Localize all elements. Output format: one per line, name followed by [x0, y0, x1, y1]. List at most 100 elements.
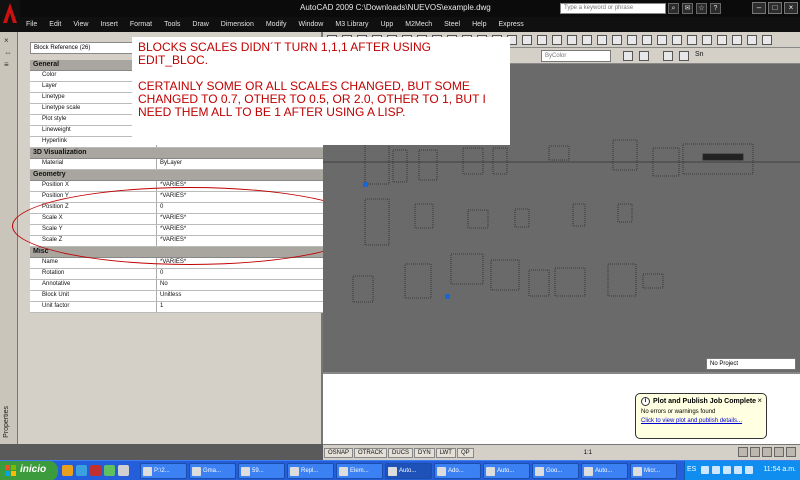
menu-item-insert[interactable]: Insert [94, 21, 124, 28]
taskbar-button[interactable]: Ado... [434, 463, 481, 479]
close-button[interactable]: × [784, 2, 798, 14]
menu-item-edit[interactable]: Edit [43, 21, 67, 28]
selection-dropdown[interactable]: Block Reference (26) [30, 42, 136, 54]
taskbar-button[interactable]: Gma... [189, 463, 236, 479]
taskbar-button[interactable]: Elem... [336, 463, 383, 479]
status-toggle-lwt[interactable]: LWT [435, 447, 456, 458]
taskbar-button[interactable]: Auto... [581, 463, 628, 479]
palette-titlebar[interactable]: × ⇔ ≡ Properties [0, 32, 18, 444]
taskbar-button[interactable]: Auto... [483, 463, 530, 479]
menu-item-draw[interactable]: Draw [186, 21, 214, 28]
annotation-visibility-icon[interactable] [738, 447, 748, 457]
plot-status-icon[interactable] [774, 447, 784, 457]
menu-item-window[interactable]: Window [292, 21, 329, 28]
property-row[interactable]: Rotation 0 [30, 269, 323, 280]
close-icon[interactable]: × [757, 396, 762, 405]
taskbar-button[interactable]: Auto... [385, 463, 432, 479]
tray-icon[interactable] [745, 466, 753, 474]
communication-icon[interactable]: ✉ [682, 3, 693, 14]
menu-item-upp[interactable]: Upp [374, 21, 399, 28]
minimize-button[interactable]: – [752, 2, 766, 14]
quick-launch-icon[interactable] [104, 465, 115, 476]
toolbar-tool-icon[interactable] [732, 35, 742, 45]
language-indicator[interactable]: ES [687, 466, 696, 473]
quick-launch-icon[interactable] [76, 465, 87, 476]
close-icon[interactable]: × [4, 36, 13, 45]
category-3d-visualization[interactable]: 3D Visualization [30, 148, 323, 159]
grid-icon[interactable] [639, 51, 649, 61]
taskbar-button[interactable]: Goo... [532, 463, 579, 479]
property-value[interactable]: 0 [157, 269, 323, 279]
menu-item-express[interactable]: Express [493, 21, 530, 28]
tray-icon[interactable] [734, 466, 742, 474]
property-value[interactable]: 1 [157, 302, 323, 312]
taskbar-button[interactable]: Repl... [287, 463, 334, 479]
property-value[interactable]: Unitless [157, 291, 323, 301]
property-value[interactable]: No [157, 280, 323, 290]
menu-item-format[interactable]: Format [124, 21, 158, 28]
toolbar-tool-icon[interactable] [717, 35, 727, 45]
maximize-button[interactable]: □ [768, 2, 782, 14]
snap-icon[interactable] [623, 51, 633, 61]
clean-screen-icon[interactable] [786, 447, 796, 457]
toolbar-tool-icon[interactable] [612, 35, 622, 45]
status-toggle-dyn[interactable]: DYN [414, 447, 435, 458]
taskbar-button[interactable]: P:\2... [140, 463, 187, 479]
taskbar-button[interactable]: Micr... [630, 463, 677, 479]
start-button[interactable]: inicio [0, 461, 58, 480]
menu-item-steel[interactable]: Steel [438, 21, 466, 28]
menu-item-tools[interactable]: Tools [158, 21, 186, 28]
property-row[interactable]: Material ByLayer [30, 159, 323, 170]
color-dropdown[interactable]: ByColor [541, 50, 611, 62]
plot-publish-notification[interactable]: i Plot and Publish Job Complete × No erro… [635, 393, 767, 439]
quick-launch-icon[interactable] [62, 465, 73, 476]
property-value[interactable]: ByLayer [157, 159, 323, 169]
notification-link[interactable]: Click to view plot and publish details..… [641, 418, 761, 424]
autocad-logo[interactable] [0, 0, 20, 32]
toolbar-tool-icon[interactable] [687, 35, 697, 45]
status-toggle-osnap[interactable]: OSNAP [324, 447, 354, 458]
autohide-icon[interactable]: ⇔ [4, 48, 13, 57]
help-icon[interactable]: ? [710, 3, 721, 14]
search-icon[interactable]: ⌕ [668, 3, 679, 14]
palette-properties-icon[interactable]: ≡ [4, 60, 13, 69]
menu-item-file[interactable]: File [20, 21, 43, 28]
menu-item-view[interactable]: View [67, 21, 94, 28]
category-geometry[interactable]: Geometry [30, 170, 323, 181]
quick-launch-icon[interactable] [90, 465, 101, 476]
toolbar-tool-icon[interactable] [552, 35, 562, 45]
status-toggle-ducs[interactable]: DUCS [388, 447, 414, 458]
toolbar-tool-icon[interactable] [627, 35, 637, 45]
lock-icon[interactable] [762, 447, 772, 457]
menu-item-help[interactable]: Help [466, 21, 492, 28]
favorites-icon[interactable]: ☆ [696, 3, 707, 14]
property-row[interactable]: Block Unit Unitless [30, 291, 323, 302]
toolbar-tool-icon[interactable] [642, 35, 652, 45]
toolbar-tool-icon[interactable] [582, 35, 592, 45]
toolbar-tool-icon[interactable] [672, 35, 682, 45]
toolbar-tool-icon[interactable] [537, 35, 547, 45]
tray-icon[interactable] [701, 466, 709, 474]
property-row[interactable]: Annotative No [30, 280, 323, 291]
polar-icon[interactable] [679, 51, 689, 61]
toolbar-tool-icon[interactable] [522, 35, 532, 45]
toolbar-tool-icon[interactable] [747, 35, 757, 45]
toolbar-tool-icon[interactable] [702, 35, 712, 45]
menu-item-m3-library[interactable]: M3 Library [329, 21, 374, 28]
quick-launch-icon[interactable] [118, 465, 129, 476]
property-row[interactable]: Unit factor 1 [30, 302, 323, 313]
auto-scale-icon[interactable] [750, 447, 760, 457]
status-toggle-qp[interactable]: QP [456, 447, 474, 458]
tray-icon[interactable] [723, 466, 731, 474]
menu-item-m2mech[interactable]: M2Mech [399, 21, 438, 28]
toolbar-tool-icon[interactable] [597, 35, 607, 45]
taskbar-button[interactable]: 59... [238, 463, 285, 479]
project-dropdown[interactable]: No Project [706, 358, 796, 370]
toolbar-tool-icon[interactable] [567, 35, 577, 45]
annotation-scale[interactable]: 1:1 [584, 450, 592, 456]
search-input[interactable]: Type a keyword or phrase [560, 3, 666, 14]
ortho-icon[interactable] [663, 51, 673, 61]
menu-item-modify[interactable]: Modify [260, 21, 293, 28]
toolbar-tool-icon[interactable] [762, 35, 772, 45]
tray-icon[interactable] [712, 466, 720, 474]
